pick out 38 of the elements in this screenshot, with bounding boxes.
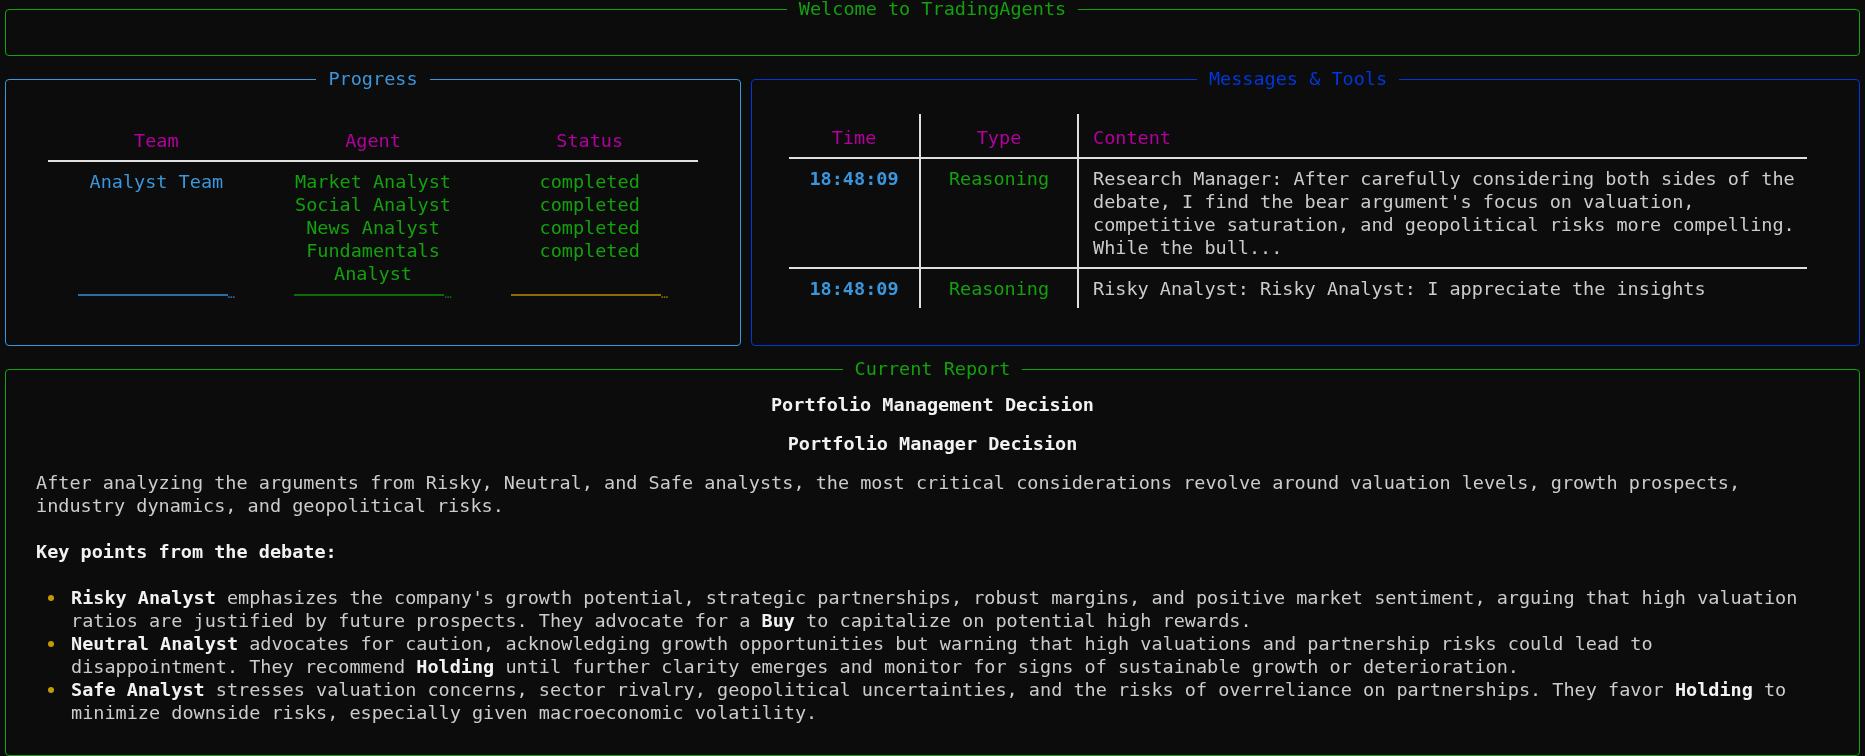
column-header: Team — [134, 129, 179, 151]
panel-title: Progress — [327, 70, 419, 89]
message-content: Research Manager: After carefully considering both sides of the debate, I find the bear argument's focus on valuation, competitive saturation, and geopolitical risks more compelling. While the bull... — [1093, 166, 1796, 259]
agent-name: News Analyst — [305, 215, 441, 239]
column-header: Status — [556, 129, 624, 151]
column-header: Agent — [345, 129, 401, 151]
column-header: Time — [831, 126, 877, 148]
bullet-paragraph: Safe Analyst stresses valuation concerns, sector rivalry, geopolitical uncertainties, and the risks of overreliance on partnerships. They favor Holding to minimize downside risks, especially given macroeconomic volatility. — [71, 677, 1788, 724]
time-text: 18:48:09 — [809, 277, 899, 299]
ellipsis-text: … — [227, 286, 235, 301]
status-text: completed — [539, 215, 640, 239]
panel-title: Messages & Tools — [1207, 70, 1389, 89]
bullet-icon — [48, 640, 54, 647]
report-heading: Portfolio Management Decision — [771, 392, 1094, 416]
report-subheading: Portfolio Manager Decision — [787, 431, 1078, 455]
status-text: completed — [539, 169, 640, 193]
bullet-paragraph: Risky Analyst emphasizes the company's growth potential, strategic partnerships, robust margins, and positive market sentiment, arguing that high valuation ratios are justified by future prospects. They advocate for a Buy to capitalize on potential high rewards. — [71, 585, 1799, 632]
type-text: Reasoning — [948, 167, 1050, 189]
column-header: Type — [976, 126, 1022, 148]
time-text: 18:48:09 — [809, 167, 899, 189]
column-header: Content — [1093, 126, 1171, 148]
key-points-label: Key points from the debate: — [36, 539, 338, 563]
bullet-paragraph: Neutral Analyst advocates for caution, acknowledging growth opportunities but warning that high valuations and partnership risks could lead to disappointment. They recommend Holding until further clarity emerges and monitor for signs of sustainable growth or deterioration. — [71, 631, 1654, 678]
ellipsis-text: … — [661, 286, 669, 301]
status-text: completed — [539, 192, 640, 216]
panel-title: Welcome to TradingAgents — [797, 0, 1068, 19]
bullet-icon — [48, 686, 54, 693]
status-text: completed — [539, 238, 640, 262]
type-text: Reasoning — [948, 277, 1050, 299]
panel-title: Current Report — [853, 360, 1012, 379]
message-content: Risky Analyst: Risky Analyst: I appreciate the insights — [1093, 276, 1707, 300]
ellipsis-text: … — [444, 286, 452, 301]
intro-paragraph: After analyzing the arguments from Risky, Neutral, and Safe analysts, the most critical considerations revolve around valuation levels, growth prospects, industry dynamics, and geopolitical risks. — [36, 470, 1742, 517]
bullet-icon — [48, 594, 54, 601]
agent-name: Fundamentals Analyst — [305, 238, 441, 285]
team-name: Analyst Team — [89, 170, 224, 192]
agent-name: Market Analyst — [294, 169, 452, 193]
agent-name: Social Analyst — [294, 192, 452, 216]
